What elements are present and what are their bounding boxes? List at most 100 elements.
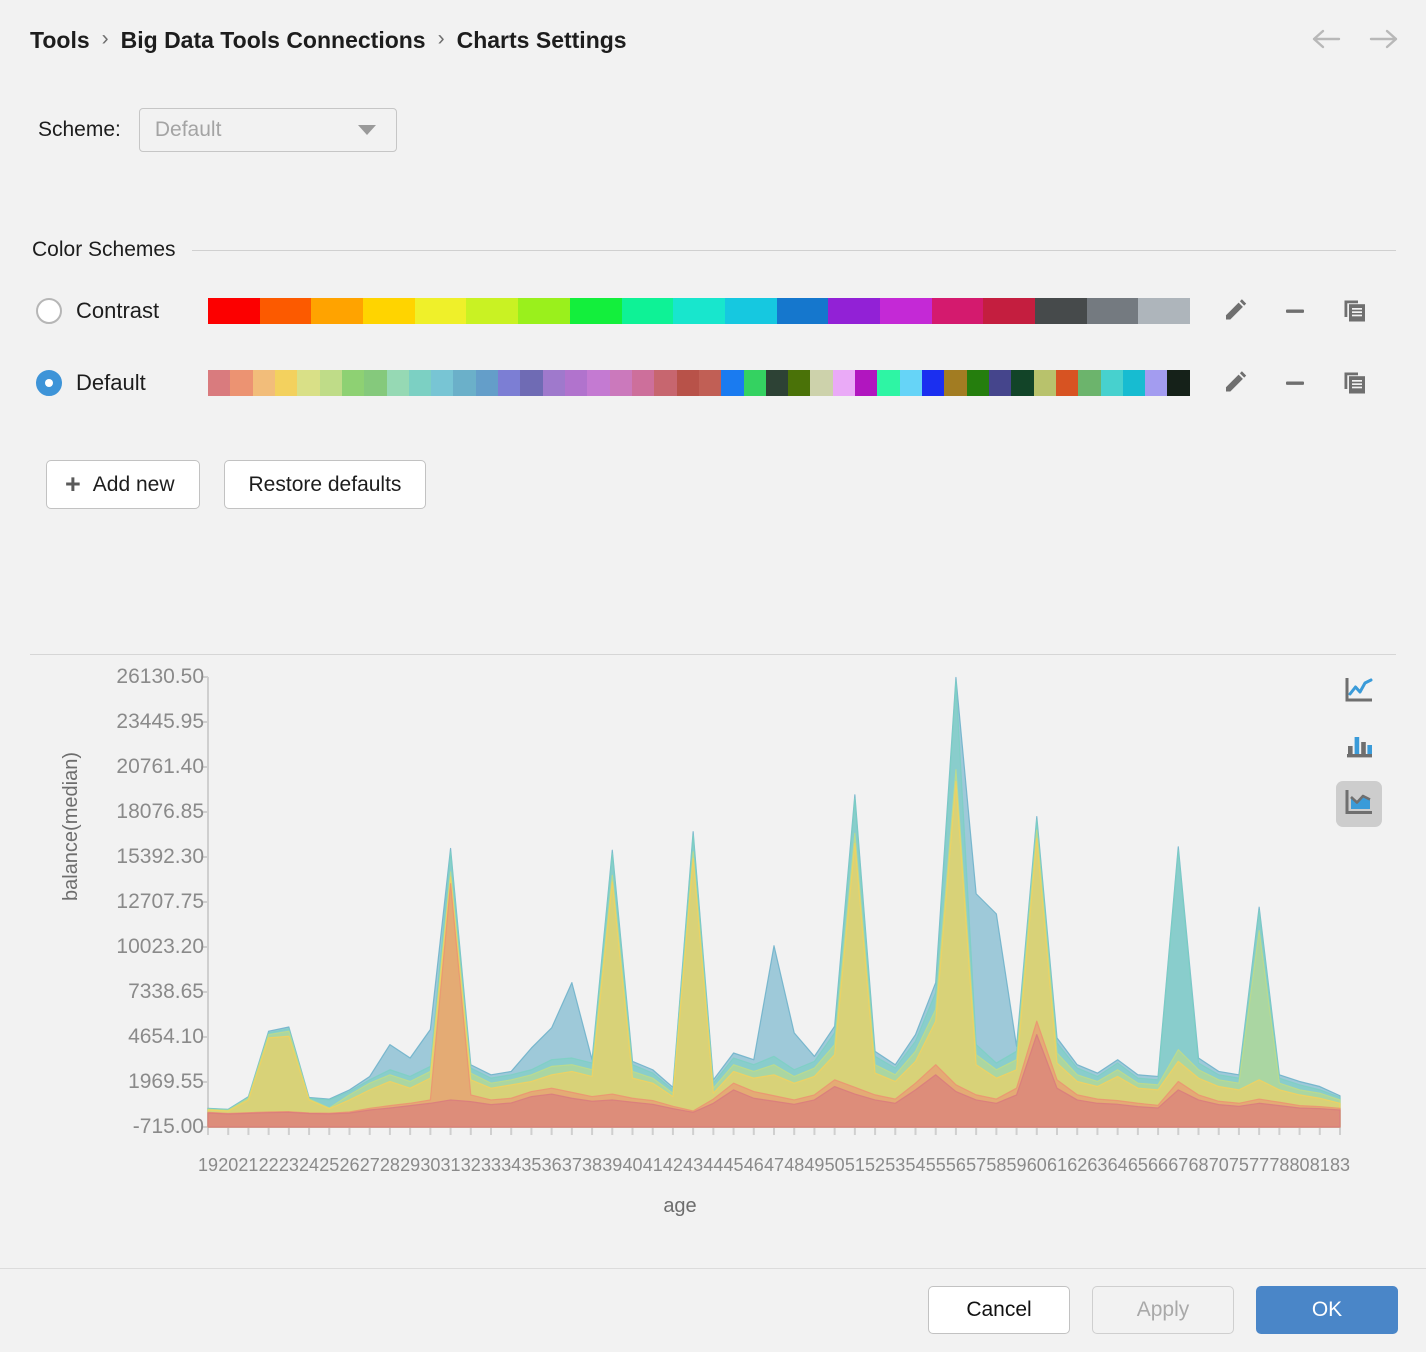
x-axis-tick-label: 33 (481, 1155, 501, 1176)
color-swatch (677, 370, 699, 396)
color-swatch (967, 370, 989, 396)
y-axis-tick-label: 1969.55 (128, 1070, 204, 1094)
x-axis-tick-label: 42 (663, 1155, 683, 1176)
x-axis-tick-label: 20 (218, 1155, 238, 1176)
area-chart-type[interactable] (1336, 781, 1382, 827)
remove-icon[interactable] (1278, 366, 1312, 400)
y-axis-tick-label: 18076.85 (116, 800, 204, 824)
scheme-row-contrast[interactable]: Contrast (0, 288, 1426, 334)
x-axis-tick-label: 44 (703, 1155, 723, 1176)
arrow-right-icon[interactable] (1366, 22, 1400, 56)
line-chart-icon (1344, 675, 1374, 710)
color-swatch (828, 298, 880, 324)
color-swatch (363, 298, 415, 324)
x-axis-tick-label: 36 (542, 1155, 562, 1176)
ok-button[interactable]: OK (1256, 1286, 1398, 1334)
color-swatch (565, 370, 587, 396)
x-axis-tick-label: 63 (1087, 1155, 1107, 1176)
section-divider (192, 250, 1396, 251)
edit-icon[interactable] (1218, 294, 1252, 328)
scheme-row-actions (1218, 294, 1372, 328)
breadcrumb-separator: › (102, 27, 109, 53)
navigation-arrows (1310, 22, 1400, 56)
color-swatch (518, 298, 570, 324)
color-swatch (311, 298, 363, 324)
color-swatch (208, 370, 230, 396)
color-swatch (453, 370, 475, 396)
x-axis-tick-label: 29 (400, 1155, 420, 1176)
color-swatch (498, 370, 520, 396)
color-swatch (409, 370, 431, 396)
x-axis-tick-label: 49 (804, 1155, 824, 1176)
remove-icon[interactable] (1278, 294, 1312, 328)
scheme-radio-default[interactable] (36, 370, 62, 396)
color-swatch (766, 370, 788, 396)
x-axis-tick-label: 50 (825, 1155, 845, 1176)
chevron-down-icon (358, 125, 376, 135)
color-swatch-strip[interactable] (208, 370, 1190, 396)
arrow-left-icon[interactable] (1310, 22, 1344, 56)
x-axis-tick-label: 24 (299, 1155, 319, 1176)
breadcrumb-item-charts-settings: Charts Settings (457, 27, 627, 54)
scheme-row-actions (1218, 366, 1372, 400)
x-axis-tick-label: 52 (865, 1155, 885, 1176)
bar-chart-type[interactable] (1336, 725, 1382, 771)
x-axis-tick-label: 66 (1148, 1155, 1168, 1176)
chart-y-axis-ticks: 26130.5023445.9520761.4018076.8515392.30… (30, 655, 204, 1269)
color-swatch (777, 298, 829, 324)
cancel-button[interactable]: Cancel (928, 1286, 1070, 1334)
x-axis-tick-label: 35 (521, 1155, 541, 1176)
edit-icon[interactable] (1218, 366, 1252, 400)
x-axis-tick-label: 22 (259, 1155, 279, 1176)
footer-buttons: Cancel Apply OK (928, 1286, 1398, 1334)
color-swatch (1034, 370, 1056, 396)
restore-defaults-button[interactable]: Restore defaults (224, 460, 427, 509)
breadcrumb-separator: › (438, 27, 445, 53)
chart-area: balance(median) 26130.5023445.9520761.40… (30, 655, 1396, 1269)
add-new-button[interactable]: + Add new (46, 460, 200, 509)
color-swatch (587, 370, 609, 396)
x-axis-tick-label: 23 (279, 1155, 299, 1176)
add-new-label: Add new (93, 473, 175, 497)
x-axis-tick-label: 62 (1067, 1155, 1087, 1176)
color-swatch-strip[interactable] (208, 298, 1190, 324)
x-axis-tick-label: 38 (582, 1155, 602, 1176)
breadcrumb: Tools › Big Data Tools Connections › Cha… (30, 27, 627, 54)
x-axis-tick-label: 39 (602, 1155, 622, 1176)
x-axis-tick-label: 77 (1249, 1155, 1269, 1176)
breadcrumb-item-big-data-tools-connections[interactable]: Big Data Tools Connections (121, 27, 426, 54)
x-axis-tick-label: 60 (1027, 1155, 1047, 1176)
x-axis-tick-label: 54 (905, 1155, 925, 1176)
color-schemes-group: Color Schemes ContrastDefault (0, 238, 1426, 406)
breadcrumb-bar: Tools › Big Data Tools Connections › Cha… (0, 0, 1426, 80)
color-swatch (632, 370, 654, 396)
x-axis-tick-label: 19 (198, 1155, 218, 1176)
x-axis-tick-label: 48 (784, 1155, 804, 1176)
line-chart-type[interactable] (1336, 669, 1382, 715)
y-axis-tick-label: 15392.30 (116, 845, 204, 869)
scheme-select-value: Default (155, 118, 222, 142)
chart-type-toggles (1336, 669, 1382, 827)
scheme-row-default[interactable]: Default (0, 360, 1426, 406)
x-axis-tick-label: 43 (683, 1155, 703, 1176)
color-swatch (1035, 298, 1087, 324)
y-axis-tick-label: 4654.10 (128, 1025, 204, 1049)
duplicate-icon[interactable] (1338, 294, 1372, 328)
x-axis-tick-label: 83 (1330, 1155, 1350, 1176)
scheme-list: Contrast Default (0, 288, 1426, 406)
color-swatch (944, 370, 966, 396)
color-swatch (1138, 298, 1190, 324)
color-swatch (520, 370, 542, 396)
scheme-radio-contrast[interactable] (36, 298, 62, 324)
duplicate-icon[interactable] (1338, 366, 1372, 400)
color-swatch (320, 370, 342, 396)
chart-preview-panel: balance(median) 26130.5023445.9520761.40… (30, 654, 1396, 1268)
y-axis-tick-label: 26130.50 (116, 665, 204, 689)
scheme-select[interactable]: Default (139, 108, 397, 152)
x-axis-tick-label: 40 (622, 1155, 642, 1176)
color-swatch (1011, 370, 1033, 396)
breadcrumb-item-tools[interactable]: Tools (30, 27, 90, 54)
y-axis-tick-label: -715.00 (133, 1115, 204, 1139)
area-chart-plot (30, 655, 1396, 1269)
x-axis-tick-label: 67 (1168, 1155, 1188, 1176)
